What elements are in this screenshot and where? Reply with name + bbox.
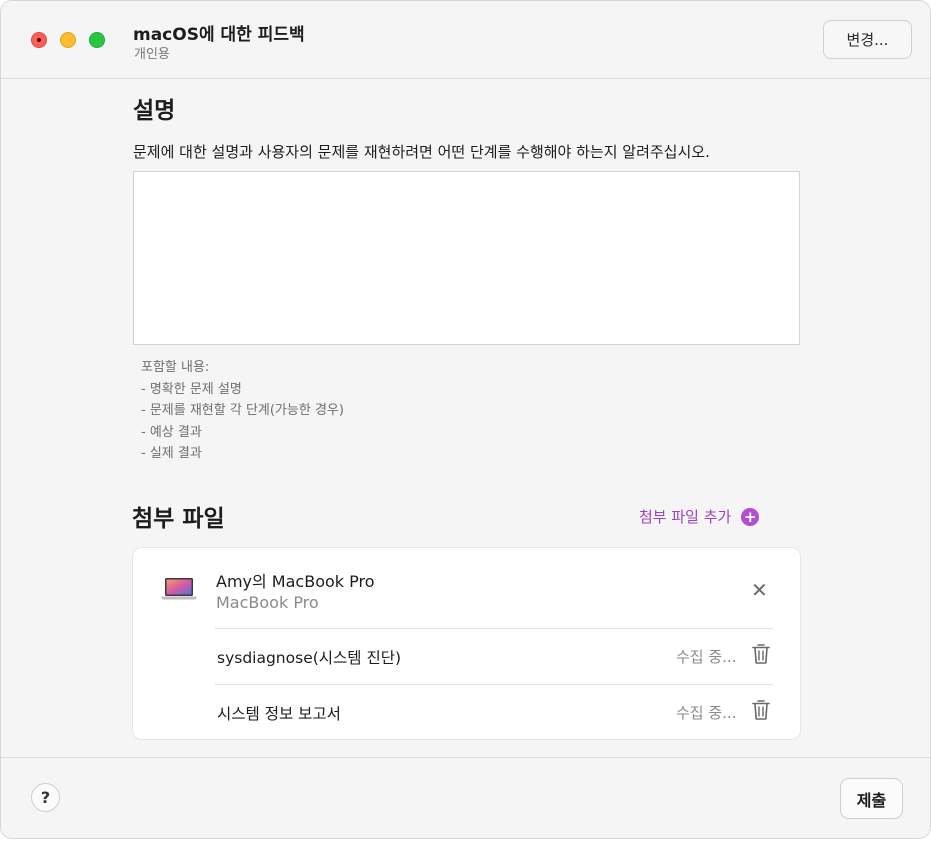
minimize-window-button[interactable] (60, 32, 76, 48)
attachment-item-label: 시스템 정보 보고서 (217, 705, 341, 723)
macbook-icon (161, 578, 197, 600)
hint-line: - 명확한 문제 설명 (141, 381, 242, 397)
attachment-item-status: 수집 중... (676, 704, 737, 722)
hint-line: 포함할 내용: (141, 360, 210, 375)
feedback-form: 설명 문제에 대한 설명과 사용자의 문제를 재현하려면 어떤 단계를 수행해야… (1, 79, 930, 757)
add-attachment-label: 첨부 파일 추가 (639, 508, 732, 526)
hint-line: - 실제 결과 (141, 446, 202, 461)
divider (215, 628, 773, 629)
attachments-heading: 첨부 파일 (132, 506, 225, 532)
attachment-card: Amy의 MacBook Pro MacBook Pro ✕ sysdiagno… (133, 548, 800, 739)
device-name: Amy의 MacBook Pro (216, 572, 375, 591)
hint-line: - 문제를 재현할 각 단계(가능한 경우) (141, 403, 344, 418)
device-model: MacBook Pro (216, 593, 319, 612)
remove-device-icon[interactable]: ✕ (751, 580, 768, 600)
change-button[interactable]: 변경... (823, 20, 912, 59)
divider (215, 684, 773, 685)
hint-line: - 예상 결과 (141, 424, 202, 440)
description-hints: 포함할 내용: - 명확한 문제 설명 - 문제를 재현할 각 단계(가능한 경… (141, 357, 344, 465)
add-attachment-button[interactable]: 첨부 파일 추가 + (639, 506, 760, 527)
title-bar: macOS에 대한 피드백 개인용 변경... (1, 1, 930, 79)
help-button[interactable]: ? (31, 783, 60, 812)
plus-circle-icon: + (741, 507, 760, 526)
attachment-item-label: sysdiagnose(시스템 진단) (217, 649, 402, 667)
window-subtitle: 개인용 (134, 47, 170, 62)
close-window-button[interactable] (31, 32, 47, 48)
feedback-window: macOS에 대한 피드백 개인용 변경... 설명 문제에 대한 설명과 사용… (0, 0, 931, 839)
description-prompt: 문제에 대한 설명과 사용자의 문제를 재현하려면 어떤 단계를 수행해야 하는… (133, 143, 710, 161)
trash-icon[interactable] (752, 643, 770, 665)
description-heading: 설명 (133, 98, 176, 124)
description-textarea[interactable] (133, 171, 800, 345)
submit-button[interactable]: 제출 (840, 778, 903, 819)
trash-icon[interactable] (752, 699, 770, 721)
window-title: macOS에 대한 피드백 (133, 25, 305, 45)
footer-bar: ? 제출 (1, 757, 930, 838)
zoom-window-button[interactable] (89, 32, 105, 48)
attachment-item-status: 수집 중... (676, 648, 737, 666)
